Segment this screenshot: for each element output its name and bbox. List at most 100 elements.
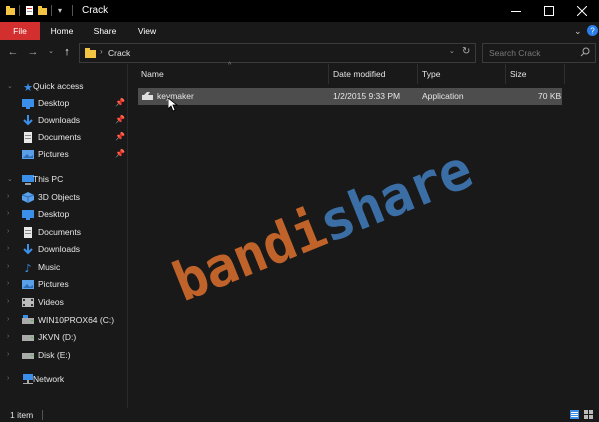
nav-item-this-pc[interactable]: ⌄ This PC (0, 171, 128, 188)
nav-item-music[interactable]: › ♪ Music (0, 259, 128, 276)
tab-file[interactable]: File (0, 22, 40, 40)
nav-item-label: JKVN (D:) (38, 332, 77, 342)
column-divider[interactable] (505, 64, 506, 84)
nav-item-drive-c[interactable]: › WIN10PROX64 (C:) (0, 312, 128, 329)
expand-icon[interactable]: › (7, 280, 9, 287)
mouse-cursor-icon (167, 97, 179, 114)
drive-icon (22, 332, 34, 343)
recent-locations-icon[interactable]: ⌄ (44, 44, 58, 60)
drive-icon (22, 350, 34, 361)
navigation-bar: ← → ⌄ ↑ › Crack ⌄ ↻ Search Crack (0, 40, 599, 64)
documents-icon (22, 227, 34, 238)
column-header-name[interactable]: Name (141, 64, 164, 84)
details-view-icon[interactable] (570, 410, 579, 419)
svg-text:★: ★ (23, 81, 33, 92)
desktop-icon (22, 209, 34, 220)
nav-item-label: Desktop (38, 98, 70, 108)
expand-icon[interactable]: › (7, 333, 9, 340)
expand-icon[interactable]: › (7, 375, 9, 382)
expand-icon[interactable]: › (7, 210, 9, 217)
expand-icon[interactable]: › (7, 298, 9, 305)
collapse-icon[interactable]: ⌄ (7, 82, 13, 90)
desktop-icon (22, 98, 34, 109)
new-folder-icon[interactable] (38, 6, 47, 15)
customize-toolbar-icon[interactable]: ▾ (58, 6, 67, 15)
column-divider[interactable] (328, 64, 329, 84)
search-input[interactable]: Search Crack (489, 48, 541, 58)
tab-share[interactable]: Share (86, 22, 124, 40)
nav-item-label: Quick access (33, 81, 84, 91)
expand-icon[interactable]: › (7, 316, 9, 323)
nav-item-pictures[interactable]: Pictures 📌 (0, 146, 128, 163)
nav-item-desktop-pc[interactable]: › Desktop (0, 206, 128, 223)
nav-item-3d-objects[interactable]: › 3D Objects (0, 189, 128, 206)
nav-item-videos[interactable]: › Videos (0, 294, 128, 311)
window-title: Crack (82, 5, 109, 16)
watermark-part2: share (310, 138, 480, 255)
status-divider (42, 410, 43, 420)
large-icons-view-icon[interactable] (584, 410, 593, 419)
refresh-icon[interactable]: ↻ (462, 46, 470, 57)
help-icon[interactable]: ? (587, 25, 598, 38)
collapse-icon[interactable]: ⌄ (7, 175, 13, 183)
address-bar[interactable]: › Crack ⌄ ↻ (79, 43, 476, 63)
expand-icon[interactable]: › (7, 245, 9, 252)
nav-item-label: Pictures (38, 279, 69, 289)
nav-item-downloads[interactable]: Downloads 📌 (0, 112, 128, 129)
breadcrumb-item[interactable]: Crack (108, 48, 130, 58)
file-date-modified: 1/2/2015 9:33 PM (333, 91, 401, 101)
minimize-button[interactable] (501, 0, 531, 22)
nav-item-drive-e[interactable]: › Disk (E:) (0, 347, 128, 364)
file-type: Application (422, 91, 464, 101)
expand-ribbon-icon[interactable]: ⌄ (574, 26, 582, 37)
forward-icon[interactable]: → (26, 44, 40, 60)
navigation-pane: ⌄ ★ Quick access Desktop 📌 Downloads 📌 D… (0, 64, 128, 408)
nav-item-label: Documents (38, 132, 81, 142)
nav-item-drive-d[interactable]: › JKVN (D:) (0, 329, 128, 346)
videos-icon (22, 297, 34, 308)
expand-icon[interactable]: › (7, 228, 9, 235)
nav-item-label: Desktop (38, 209, 70, 219)
search-box[interactable]: Search Crack (482, 43, 596, 63)
nav-item-quick-access[interactable]: ⌄ ★ Quick access (0, 78, 128, 95)
watermark: bandishare (164, 124, 495, 324)
column-header-date-modified[interactable]: Date modified (333, 64, 385, 84)
search-icon[interactable] (580, 47, 590, 59)
properties-icon[interactable] (25, 6, 34, 15)
nav-item-documents[interactable]: Documents 📌 (0, 129, 128, 146)
up-icon[interactable]: ↑ (60, 44, 74, 60)
title-divider (51, 5, 52, 16)
nav-item-label: Downloads (38, 115, 81, 125)
expand-icon[interactable]: › (7, 351, 9, 358)
item-count: 1 item (10, 410, 34, 420)
3d-objects-icon (21, 192, 35, 203)
nav-item-desktop[interactable]: Desktop 📌 (0, 95, 128, 112)
column-divider[interactable] (417, 64, 418, 84)
column-header-type[interactable]: Type (422, 64, 440, 84)
nav-item-documents-pc[interactable]: › Documents (0, 224, 128, 241)
pin-icon: 📌 (115, 149, 125, 158)
tab-home[interactable]: Home (44, 22, 80, 40)
breadcrumb-chevron-icon: › (100, 47, 103, 56)
file-size: 70 KB (538, 91, 562, 101)
title-divider (19, 5, 20, 16)
folder-icon (6, 6, 15, 15)
back-icon[interactable]: ← (6, 44, 20, 60)
tab-view[interactable]: View (130, 22, 164, 40)
close-button[interactable] (567, 0, 597, 22)
nav-item-pictures-pc[interactable]: › Pictures (0, 276, 128, 293)
nav-item-network[interactable]: › Network (0, 371, 128, 388)
application-icon (142, 92, 153, 103)
svg-text:bandishare: bandishare (165, 138, 480, 314)
column-header-size[interactable]: Size (510, 64, 527, 84)
address-dropdown-icon[interactable]: ⌄ (449, 47, 455, 55)
maximize-button[interactable] (534, 0, 564, 22)
nav-item-label: Pictures (38, 149, 69, 159)
nav-item-downloads-pc[interactable]: › Downloads (0, 241, 128, 258)
expand-icon[interactable]: › (7, 193, 9, 200)
svg-text:?: ? (590, 27, 595, 36)
nav-item-label: WIN10PROX64 (C:) (38, 315, 115, 325)
column-divider[interactable] (564, 64, 565, 84)
table-row[interactable]: keymaker 1/2/2015 9:33 PM Application 70… (138, 88, 562, 105)
expand-icon[interactable]: › (7, 263, 9, 270)
